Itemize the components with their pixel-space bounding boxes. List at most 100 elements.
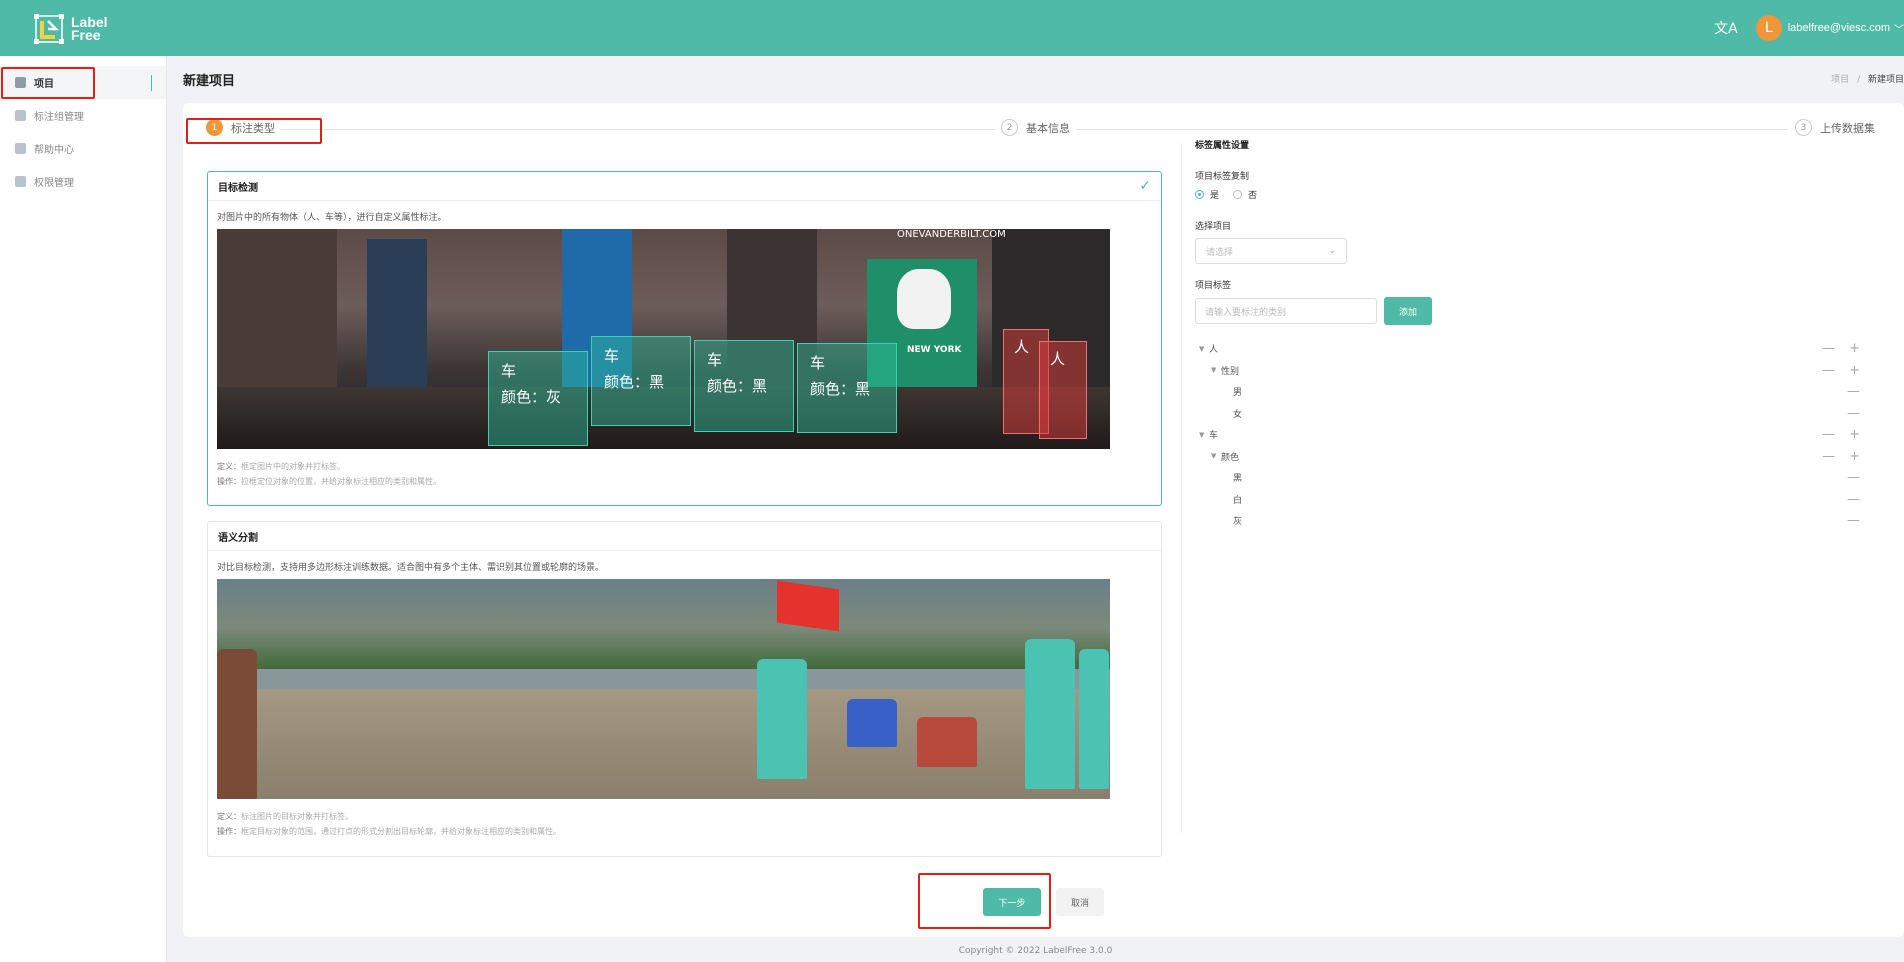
sidebar-item-label: 项目 xyxy=(34,79,54,90)
label-tree: ▼ 人 — + ▼ 性别 — + 男 — 女 — ▼ 车 — + ▼ 颜色 — + xyxy=(1195,338,1860,532)
translate-icon[interactable]: 文A xyxy=(1714,18,1738,38)
step-number: 3 xyxy=(1795,119,1812,136)
minus-icon[interactable]: — xyxy=(1847,471,1860,484)
car-annotation-box: 车颜色：黑 xyxy=(797,343,897,433)
type-card-title: 语义分割 xyxy=(218,532,258,544)
avatar[interactable]: L xyxy=(1755,15,1782,41)
radio-yes-label: 是 xyxy=(1210,191,1220,201)
step-number: 2 xyxy=(1001,119,1018,136)
sidebar-item-label: 标注组管理 xyxy=(34,112,84,123)
bunny-figure xyxy=(897,269,951,329)
minus-icon[interactable]: — xyxy=(1847,493,1860,506)
minus-icon[interactable]: — xyxy=(1822,450,1835,463)
radio-yes[interactable] xyxy=(1195,190,1204,199)
car-annotation-box: 车颜色：黑 xyxy=(591,336,691,426)
tags-label: 项目标签 xyxy=(1195,281,1232,291)
sidebar-item-help[interactable]: 帮助中心 xyxy=(0,132,166,165)
plus-icon[interactable]: + xyxy=(1849,364,1860,377)
footer: Copyright © 2022 LabelFree 3.0.0 xyxy=(958,946,1113,956)
minus-icon[interactable]: — xyxy=(1822,428,1835,441)
label-properties-panel: 标签属性设置 项目标签复制 是 否 选择项目 请选择 ⌄ 项目标签 请输入要标注… xyxy=(1195,138,1895,532)
minus-icon[interactable]: — xyxy=(1847,407,1860,420)
tag-input[interactable]: 请输入要标注的类别 xyxy=(1195,298,1377,324)
project-icon xyxy=(15,77,26,88)
semantic-segmentation-example-image xyxy=(217,579,1110,799)
caret-down-icon[interactable]: ▼ xyxy=(1199,345,1209,353)
sidebar-item-project[interactable]: 项目 xyxy=(0,66,166,99)
sidebar-item-team[interactable]: 标注组管理 xyxy=(0,99,166,132)
tree-leaf[interactable]: 白 — xyxy=(1195,489,1860,511)
minus-icon[interactable]: — xyxy=(1822,342,1835,355)
plus-icon[interactable]: + xyxy=(1849,428,1860,441)
type-card-title: 目标检测 xyxy=(218,182,258,194)
plus-icon[interactable]: + xyxy=(1849,342,1860,355)
top-bar: Label Free 文A L labelfree@viesc.com ﹀ xyxy=(0,0,1904,56)
radio-no[interactable] xyxy=(1233,190,1243,199)
step-connector xyxy=(1068,129,1788,130)
tree-leaf[interactable]: 男 — xyxy=(1195,381,1860,403)
add-button[interactable]: 添加 xyxy=(1384,297,1432,325)
person-annotation-box: 人 xyxy=(1039,341,1087,439)
type-card-semantic-segmentation[interactable]: 语义分割 对比目标检测，支持用多边形标注训练数据。适合图中有多个主体、需识别其位… xyxy=(207,521,1162,857)
caret-down-icon[interactable]: ▼ xyxy=(1211,366,1221,374)
page-title: 新建项目 xyxy=(183,74,236,89)
main-card: 1 标注类型 2 基本信息 3 上传数据集 目标检测 ✓ 对图片中的所有物体（人… xyxy=(183,103,1904,937)
breadcrumb-current: 新建项目 xyxy=(1867,75,1904,85)
team-icon xyxy=(15,110,26,121)
help-icon xyxy=(15,143,26,154)
step-number: 1 xyxy=(206,119,223,136)
step-2[interactable]: 2 基本信息 xyxy=(995,119,1076,136)
reuse-radio-group: 是 否 xyxy=(1195,188,1895,201)
tree-node[interactable]: ▼ 颜色 — + xyxy=(1195,446,1860,468)
tree-leaf[interactable]: 女 — xyxy=(1195,403,1860,425)
caret-down-icon[interactable]: ▼ xyxy=(1211,452,1221,460)
project-select[interactable]: 请选择 ⌄ xyxy=(1195,238,1347,264)
sidebar: 项目 标注组管理 帮助中心 权限管理 xyxy=(0,56,167,962)
user-icon xyxy=(15,176,26,187)
minus-icon[interactable]: — xyxy=(1822,364,1835,377)
step-label: 基本信息 xyxy=(1026,121,1070,135)
step-label: 上传数据集 xyxy=(1820,121,1875,135)
next-button[interactable]: 下一步 xyxy=(983,888,1041,916)
type-card-definition: 定义：框定图片中的对象并打标签。 操作：拉框定位对象的位置，并给对象标注相应的类… xyxy=(217,462,441,486)
check-icon: ✓ xyxy=(1139,178,1151,194)
step-1[interactable]: 1 标注类型 xyxy=(200,119,281,136)
object-detection-example-image: ONEVANDERBILT.COM NEW YORK 车颜色：灰 车颜色：黑 车… xyxy=(217,229,1110,449)
panel-title: 标签属性设置 xyxy=(1195,141,1250,151)
minus-icon[interactable]: — xyxy=(1847,514,1860,527)
breadcrumb-link[interactable]: 项目 xyxy=(1831,75,1849,85)
user-email[interactable]: labelfree@viesc.com xyxy=(1788,22,1890,34)
sidebar-item-permissions[interactable]: 权限管理 xyxy=(0,165,166,198)
reuse-label: 项目标签复制 xyxy=(1195,172,1250,182)
car-annotation-box: 车颜色：灰 xyxy=(488,351,588,446)
caret-down-icon[interactable]: ▼ xyxy=(1199,431,1209,439)
type-card-description: 对图片中的所有物体（人、车等），进行自定义属性标注。 xyxy=(217,213,447,223)
sign-text: ONEVANDERBILT.COM xyxy=(897,229,1006,240)
cancel-button[interactable]: 取消 xyxy=(1056,888,1104,916)
chevron-down-icon[interactable]: ﹀ xyxy=(1894,21,1904,36)
tree-node[interactable]: ▼ 性别 — + xyxy=(1195,360,1860,382)
car-annotation-box: 车颜色：黑 xyxy=(694,340,794,432)
type-card-definition: 定义：标注图片的目标对象并打标签。 操作：框定目标对象的范围，通过打点的形式分割… xyxy=(217,812,561,836)
step-3[interactable]: 3 上传数据集 xyxy=(1789,119,1881,136)
flag-shape xyxy=(777,580,839,632)
minus-icon[interactable]: — xyxy=(1847,385,1860,398)
sidebar-item-label: 帮助中心 xyxy=(34,145,74,156)
chevron-down-icon: ⌄ xyxy=(1328,246,1336,256)
logo[interactable]: Label Free xyxy=(33,12,121,46)
divider xyxy=(1181,143,1182,833)
step-label: 标注类型 xyxy=(231,121,275,135)
logo-text: Label Free xyxy=(71,14,108,43)
breadcrumb: 项目 / 新建项目 xyxy=(1831,75,1904,85)
radio-no-label: 否 xyxy=(1248,191,1258,201)
tree-leaf[interactable]: 灰 — xyxy=(1195,510,1860,532)
logo-icon xyxy=(33,13,65,45)
tree-leaf[interactable]: 黑 — xyxy=(1195,467,1860,489)
tree-node[interactable]: ▼ 车 — + xyxy=(1195,424,1860,446)
plus-icon[interactable]: + xyxy=(1849,450,1860,463)
tree-node[interactable]: ▼ 人 — + xyxy=(1195,338,1860,360)
type-card-object-detection[interactable]: 目标检测 ✓ 对图片中的所有物体（人、车等），进行自定义属性标注。 ONEVAN… xyxy=(207,171,1162,506)
sign-text: NEW YORK xyxy=(907,345,962,355)
sidebar-item-label: 权限管理 xyxy=(34,178,74,189)
active-indicator xyxy=(151,75,152,91)
